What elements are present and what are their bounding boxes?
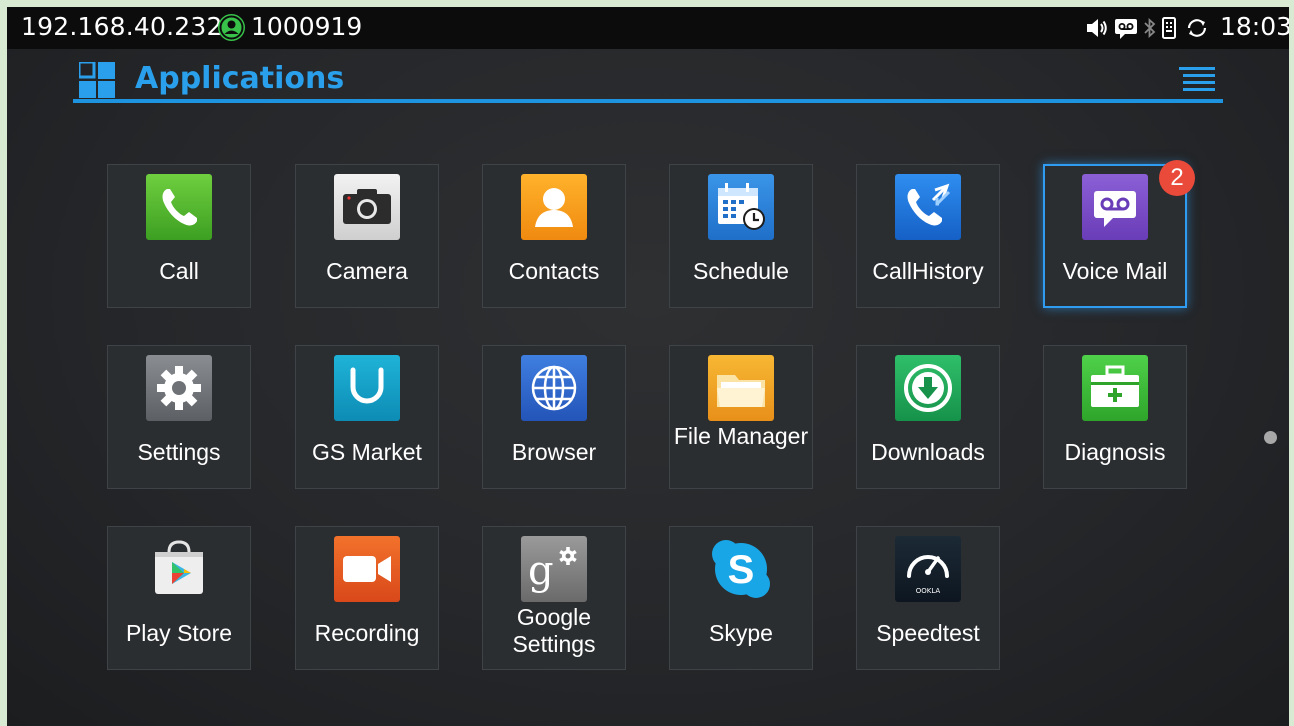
- globe-icon: [521, 355, 587, 421]
- app-label: Contacts: [508, 258, 600, 284]
- status-bar[interactable]: 192.168.40.232 1000919 18:03: [7, 7, 1289, 49]
- app-callhistory[interactable]: CallHistory: [856, 164, 1000, 308]
- app-label: File Manager: [673, 423, 809, 449]
- download-icon: [895, 355, 961, 421]
- app-gs-market[interactable]: GS Market: [295, 345, 439, 489]
- home-screen: 192.168.40.232 1000919 18:03 Application…: [7, 7, 1289, 726]
- app-contacts[interactable]: Contacts: [482, 164, 626, 308]
- market-icon: [334, 355, 400, 421]
- app-label: Call: [159, 258, 199, 284]
- app-schedule[interactable]: Schedule: [669, 164, 813, 308]
- voicemail-icon: [1113, 15, 1139, 45]
- app-label: Schedule: [693, 258, 789, 284]
- app-downloads[interactable]: Downloads: [856, 345, 1000, 489]
- app-recording[interactable]: Recording: [295, 526, 439, 670]
- voicemail-icon: [1082, 174, 1148, 240]
- app-label: Play Store: [125, 620, 233, 646]
- app-file-manager[interactable]: File Manager: [669, 345, 813, 489]
- app-settings[interactable]: Settings: [107, 345, 251, 489]
- app-label: Recording: [314, 620, 420, 646]
- apps-grid-icon: [77, 60, 115, 98]
- app-label: Speedtest: [876, 620, 980, 646]
- svg-text:OOKLA: OOKLA: [916, 587, 941, 595]
- camera-icon: [334, 174, 400, 240]
- svg-text:g: g: [528, 548, 554, 594]
- sync-icon: [1184, 15, 1210, 45]
- app-label: Skype: [709, 620, 773, 646]
- svg-text:S: S: [728, 548, 755, 592]
- app-label: GS Market: [312, 439, 422, 465]
- app-google-settings[interactable]: g Google Settings: [482, 526, 626, 670]
- calendar-icon: [708, 174, 774, 240]
- video-camera-icon: [334, 536, 400, 602]
- app-speedtest[interactable]: OOKLA Speedtest: [856, 526, 1000, 670]
- app-browser[interactable]: Browser: [482, 345, 626, 489]
- play-store-icon: [146, 536, 212, 602]
- app-label: Google Settings: [512, 604, 596, 657]
- clock: 18:03: [1220, 12, 1289, 41]
- app-diagnosis[interactable]: Diagnosis: [1043, 345, 1187, 489]
- page-indicator[interactable]: [1264, 431, 1277, 444]
- app-label: CallHistory: [872, 258, 984, 284]
- app-label: Browser: [511, 439, 597, 465]
- app-label: Settings: [137, 439, 221, 465]
- gear-icon: [146, 355, 212, 421]
- first-aid-kit-icon: [1082, 355, 1148, 421]
- app-label: Downloads: [871, 439, 985, 465]
- phone-icon: [146, 174, 212, 240]
- usb-icon: [1160, 15, 1178, 45]
- ip-address: 192.168.40.232: [21, 12, 223, 41]
- app-label: Camera: [326, 258, 408, 284]
- app-camera[interactable]: Camera: [295, 164, 439, 308]
- app-drawer-header: Applications: [73, 49, 1223, 105]
- notification-badge: 2: [1159, 160, 1195, 196]
- skype-icon: S: [708, 536, 774, 602]
- app-label: Diagnosis: [1064, 439, 1166, 465]
- folder-icon: [708, 355, 774, 421]
- speedometer-icon: OOKLA: [895, 536, 961, 602]
- app-label: Voice Mail: [1062, 258, 1168, 284]
- bluetooth-icon: [1142, 15, 1158, 45]
- app-voice-mail[interactable]: Voice Mail 2: [1043, 160, 1195, 308]
- menu-icon[interactable]: [1179, 67, 1215, 93]
- google-settings-icon: g: [521, 536, 587, 602]
- contacts-icon: [521, 174, 587, 240]
- account-icon: [218, 14, 245, 41]
- header-divider: [73, 99, 1223, 103]
- account-number: 1000919: [251, 12, 363, 41]
- app-play-store[interactable]: Play Store: [107, 526, 251, 670]
- call-history-icon: [895, 174, 961, 240]
- app-call[interactable]: Call: [107, 164, 251, 308]
- volume-icon: [1085, 15, 1109, 45]
- app-skype[interactable]: S Skype: [669, 526, 813, 670]
- page-title: Applications: [135, 61, 345, 96]
